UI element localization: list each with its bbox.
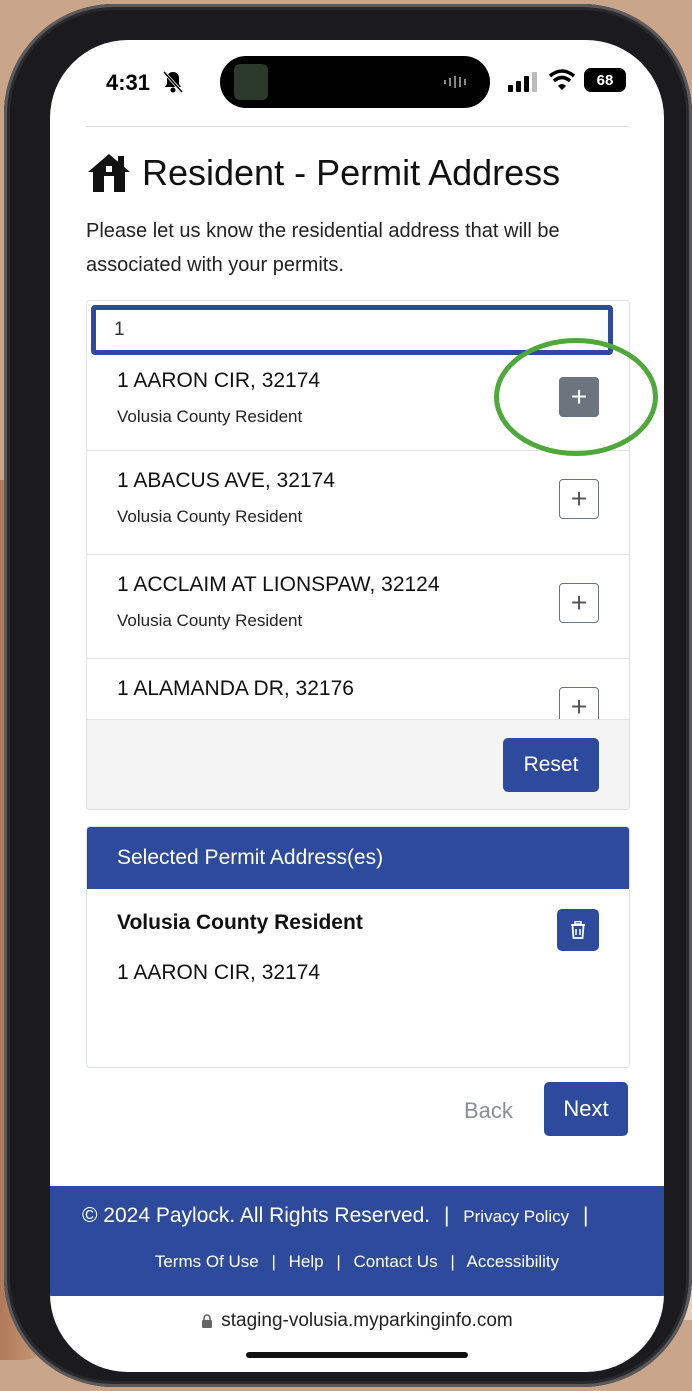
selected-addresses-card: Selected Permit Address(es) Volusia Coun… — [86, 826, 630, 1068]
privacy-policy-link[interactable]: Privacy Policy — [463, 1207, 569, 1226]
top-divider — [86, 126, 628, 127]
result-address: 1 ACCLAIM AT LIONSPAW, 32124 — [117, 573, 440, 596]
dynamic-island — [220, 56, 490, 108]
result-type: Volusia County Resident — [117, 407, 303, 426]
page-header: Resident - Permit Address Please let us … — [86, 152, 628, 282]
selected-addresses-header: Selected Permit Address(es) — [87, 827, 629, 889]
result-type: Volusia County Resident — [117, 507, 303, 526]
intro-text: Please let us know the residential addre… — [86, 220, 560, 276]
address-search-card: 1 AARON CIR, 32174 Volusia County Reside… — [86, 300, 630, 810]
status-time: 4:31 — [106, 70, 151, 95]
footer-row-2: Terms Of Use | Help | Contact Us | Acces… — [50, 1252, 664, 1272]
site-footer: © 2024 Paylock. All Rights Reserved. | P… — [50, 1186, 664, 1296]
remove-address-button[interactable] — [557, 909, 599, 951]
battery-indicator: 68 — [584, 68, 626, 92]
url-text: staging-volusia.myparkinginfo.com — [221, 1310, 513, 1331]
help-link[interactable]: Help — [289, 1252, 324, 1271]
wifi-icon — [548, 69, 576, 90]
phone-frame: 4:31 68 Resident - Permit Address Please… — [4, 4, 692, 1387]
terms-of-use-link[interactable]: Terms Of Use — [155, 1252, 259, 1271]
status-bar: 4:31 68 — [50, 40, 664, 120]
separator: | — [336, 1252, 341, 1271]
add-address-button[interactable]: + — [559, 583, 599, 623]
home-indicator — [246, 1352, 468, 1358]
contact-us-link[interactable]: Contact Us — [354, 1252, 438, 1271]
phone-screen: 4:31 68 Resident - Permit Address Please… — [50, 40, 664, 1372]
result-address: 1 ABACUS AVE, 32174 — [117, 469, 335, 492]
result-row: 1 ACCLAIM AT LIONSPAW, 32124 Volusia Cou… — [87, 555, 629, 659]
search-card-footer: Reset — [87, 719, 629, 809]
separator: | — [443, 1204, 450, 1227]
result-type: Volusia County Resident — [117, 611, 303, 630]
back-button[interactable]: Back — [464, 1098, 513, 1124]
page-title: Resident - Permit Address — [86, 152, 628, 194]
separator: | — [450, 1252, 455, 1271]
add-address-button[interactable]: + — [559, 377, 599, 417]
separator: | — [582, 1204, 589, 1227]
trash-icon — [571, 921, 585, 939]
copyright-text: © 2024 Paylock. All Rights Reserved. — [82, 1204, 431, 1227]
add-address-button[interactable]: + — [559, 479, 599, 519]
selected-address: 1 AARON CIR, 32174 — [117, 961, 321, 984]
browser-url-bar[interactable]: staging-volusia.myparkinginfo.com — [50, 1296, 664, 1346]
result-row: 1 AARON CIR, 32174 Volusia County Reside… — [87, 363, 629, 451]
address-search-input[interactable] — [91, 305, 613, 355]
add-address-button[interactable]: + — [559, 687, 599, 719]
address-results-list[interactable]: 1 AARON CIR, 32174 Volusia County Reside… — [87, 363, 629, 719]
home-icon — [88, 154, 130, 192]
result-row: 1 ALAMANDA DR, 32176 + — [87, 659, 629, 719]
accessibility-link[interactable]: Accessibility — [467, 1252, 560, 1271]
footer-row-1: © 2024 Paylock. All Rights Reserved. | P… — [82, 1204, 642, 1228]
next-button[interactable]: Next — [544, 1082, 628, 1136]
lock-icon — [202, 1314, 213, 1328]
camera-thumbnail — [234, 64, 268, 100]
bell-slash-icon — [162, 70, 184, 94]
result-address: 1 ALAMANDA DR, 32176 — [117, 677, 354, 700]
reset-button[interactable]: Reset — [503, 738, 599, 792]
result-row: 1 ABACUS AVE, 32174 Volusia County Resid… — [87, 451, 629, 555]
audio-bars-icon — [444, 76, 466, 88]
page-title-text: Resident - Permit Address — [142, 152, 561, 193]
separator: | — [271, 1252, 276, 1271]
result-address: 1 AARON CIR, 32174 — [117, 369, 321, 392]
signal-icon — [508, 72, 537, 92]
selected-address-type: Volusia County Resident — [117, 911, 363, 934]
